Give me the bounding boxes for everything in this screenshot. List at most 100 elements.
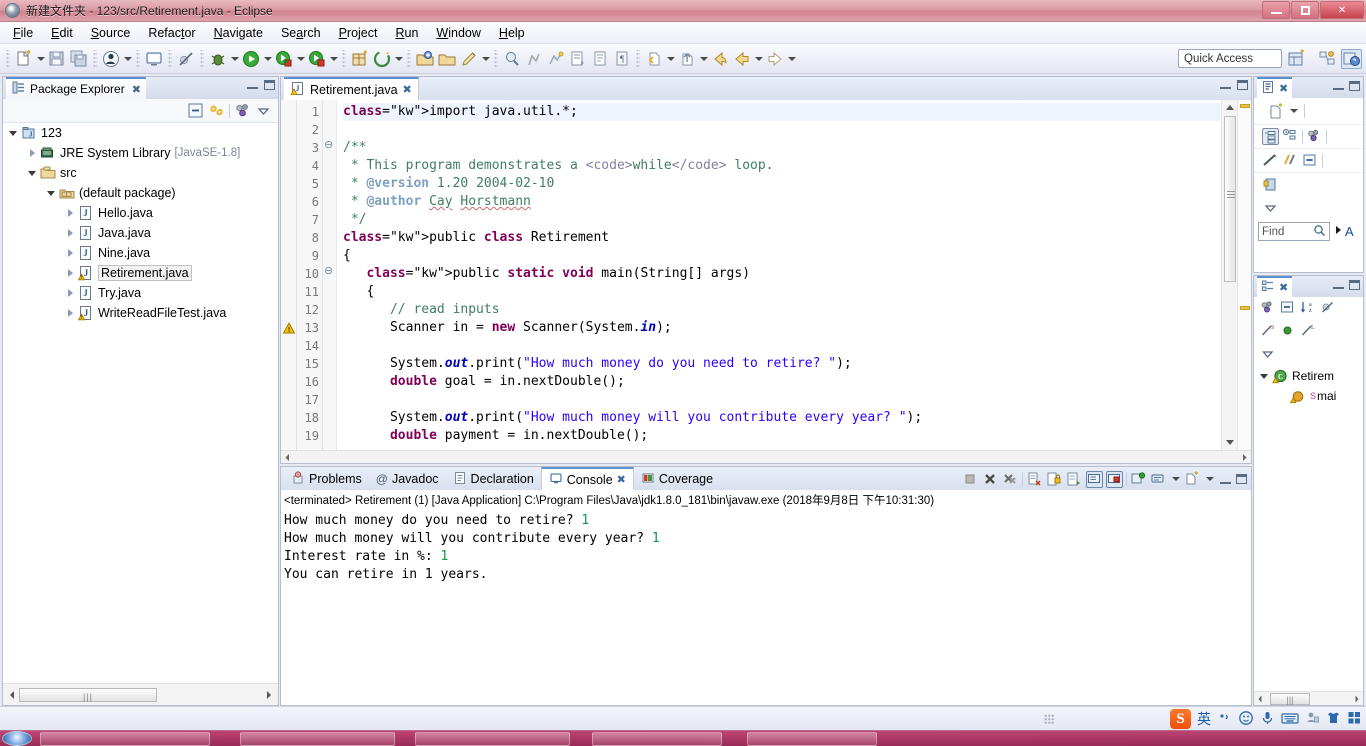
code-line[interactable]: Scanner in = new Scanner(System.in); (343, 319, 1221, 337)
maximize-icon[interactable] (1349, 81, 1360, 91)
hide-nonpublic-icon[interactable]: S (1260, 323, 1277, 340)
scroll-up-icon[interactable] (1222, 100, 1238, 114)
code-line[interactable]: * @version 1.20 2004-02-10 (343, 175, 1221, 193)
external-tools-dropdown-icon[interactable] (393, 49, 404, 69)
minimize-icon[interactable] (1220, 80, 1231, 89)
menu-project[interactable]: Project (330, 24, 387, 42)
focus-on-workweek-icon[interactable] (1306, 128, 1323, 145)
taskbar-item-3[interactable] (415, 731, 570, 746)
tab-package-explorer[interactable]: Package Explorer ✖ (6, 77, 146, 99)
windows-start-orb[interactable] (2, 731, 32, 746)
code-line[interactable]: double payment = in.nextDouble(); (343, 427, 1221, 445)
open-task-icon[interactable] (437, 49, 457, 69)
find-all-label[interactable]: A (1345, 224, 1354, 239)
new-wizard-dropdown-icon[interactable] (35, 49, 46, 69)
categorized-presentation-icon[interactable] (1262, 128, 1279, 145)
menu-search[interactable]: Search (272, 24, 330, 42)
fold-toggle-icon[interactable] (323, 264, 336, 283)
code-line[interactable]: class="kw">public static void main(Strin… (343, 265, 1221, 283)
skin-icon[interactable] (1326, 710, 1341, 728)
debug-dropdown-icon[interactable] (229, 49, 240, 69)
hide-local-types-icon[interactable]: L (1300, 323, 1317, 340)
warning-marker-icon[interactable]: ! (281, 319, 296, 337)
toolbar-grip[interactable] (6, 49, 10, 68)
last-edit-icon[interactable] (677, 49, 697, 69)
word-wrap-icon[interactable] (1066, 471, 1083, 488)
collapse-all-icon[interactable] (187, 102, 204, 119)
open-type-icon[interactable] (415, 49, 435, 69)
tab-javadoc[interactable]: @ Javadoc (369, 468, 446, 490)
quick-access-input[interactable]: Quick Access (1178, 49, 1282, 68)
tree-item-nine-java[interactable]: J Nine.java (3, 243, 278, 263)
twisty-collapsed-icon[interactable] (26, 146, 40, 160)
soft-keyboard-icon[interactable] (1281, 711, 1299, 728)
sogou-logo-icon[interactable]: S (1170, 709, 1191, 729)
tree-item-src[interactable]: src (3, 163, 278, 183)
show-console-on-output-icon[interactable] (1086, 470, 1103, 488)
code-line[interactable]: class="kw">public class Retirement (343, 229, 1221, 247)
maximize-icon[interactable] (1237, 80, 1248, 90)
tree-item-123[interactable]: J 123 (3, 123, 278, 143)
toolbar-grip-9[interactable] (636, 49, 640, 68)
prev-edit-icon[interactable] (644, 49, 664, 69)
collapse-all-icon[interactable] (1280, 300, 1297, 317)
taskbar-item-5[interactable] (747, 731, 877, 746)
task-repository-icon[interactable] (1262, 176, 1279, 193)
toolbar-grip-6[interactable] (342, 49, 346, 68)
menu-navigate[interactable]: Navigate (205, 24, 272, 42)
user-dropdown-icon[interactable] (122, 49, 133, 69)
back-alt-icon[interactable] (732, 49, 752, 69)
code-line[interactable] (343, 121, 1221, 139)
toolbar-grip-8[interactable] (494, 49, 498, 68)
scroll-left-icon[interactable] (281, 451, 294, 464)
forward-icon[interactable] (765, 49, 785, 69)
scroll-right-icon[interactable] (1238, 451, 1251, 464)
new-java-package-icon[interactable] (350, 49, 370, 69)
pencil-icon[interactable] (459, 49, 479, 69)
synchronize-changed-icon[interactable] (1262, 152, 1279, 169)
coverage-dropdown-icon[interactable] (295, 49, 306, 69)
menu-source[interactable]: Source (82, 24, 140, 42)
code-line[interactable]: System.out.print("How much money do you … (343, 355, 1221, 373)
tree-item-writereadfiletest-java[interactable]: J! WriteReadFileTest.java (3, 303, 278, 323)
twisty-collapsed-icon[interactable] (64, 306, 78, 320)
tab-outline[interactable]: ✖ (1257, 276, 1293, 297)
show-whitespace-icon[interactable] (590, 49, 610, 69)
scroll-down-icon[interactable] (1222, 436, 1238, 450)
punctuation-icon[interactable] (1217, 710, 1232, 728)
twisty-expanded-icon[interactable] (26, 166, 40, 180)
taskbar-item-2[interactable] (240, 731, 395, 746)
twisty-collapsed-icon[interactable] (64, 206, 78, 220)
maximize-icon[interactable] (264, 80, 275, 90)
minimize-icon[interactable] (1333, 81, 1344, 90)
back-icon[interactable] (710, 49, 730, 69)
tree-item-hello-java[interactable]: J Hello.java (3, 203, 278, 223)
scroll-right-icon[interactable] (1351, 693, 1363, 705)
tab-console[interactable]: Console ✖ (540, 467, 634, 490)
tab-retirement-java[interactable]: J Retirement.java ✖ (284, 77, 419, 100)
menu-run[interactable]: Run (386, 24, 427, 42)
view-menu-icon[interactable] (1262, 199, 1279, 216)
toggle-mark-occurrences-icon[interactable] (568, 49, 588, 69)
package-explorer-hscrollbar[interactable]: ||| (3, 683, 278, 705)
code-line[interactable]: // read inputs (343, 301, 1221, 319)
tab-task-list[interactable]: ✖ (1257, 77, 1293, 98)
user-icon[interactable] (101, 49, 121, 69)
voice-input-icon[interactable] (1260, 710, 1275, 729)
minimize-icon[interactable] (247, 80, 258, 89)
annotation-icon[interactable] (524, 49, 544, 69)
close-icon[interactable]: ✖ (403, 83, 412, 96)
scroll-lock-icon[interactable] (1046, 471, 1063, 488)
code-line[interactable]: System.out.print("How much money will yo… (343, 409, 1221, 427)
open-console-dropdown-icon[interactable] (1170, 469, 1181, 489)
code-line[interactable]: /** (343, 139, 1221, 157)
code-line[interactable]: * @author Cay Horstmann (343, 193, 1221, 211)
resize-grip[interactable] (1044, 714, 1054, 724)
java-perspective-icon[interactable] (1341, 49, 1362, 69)
folding-ruler[interactable] (323, 100, 337, 450)
overview-warning-marker[interactable] (1240, 104, 1250, 108)
hide-static-icon[interactable] (1320, 300, 1337, 317)
open-console-icon[interactable] (1150, 471, 1167, 488)
hscroll-thumb[interactable]: ||| (19, 687, 157, 702)
save-icon[interactable] (47, 49, 67, 69)
